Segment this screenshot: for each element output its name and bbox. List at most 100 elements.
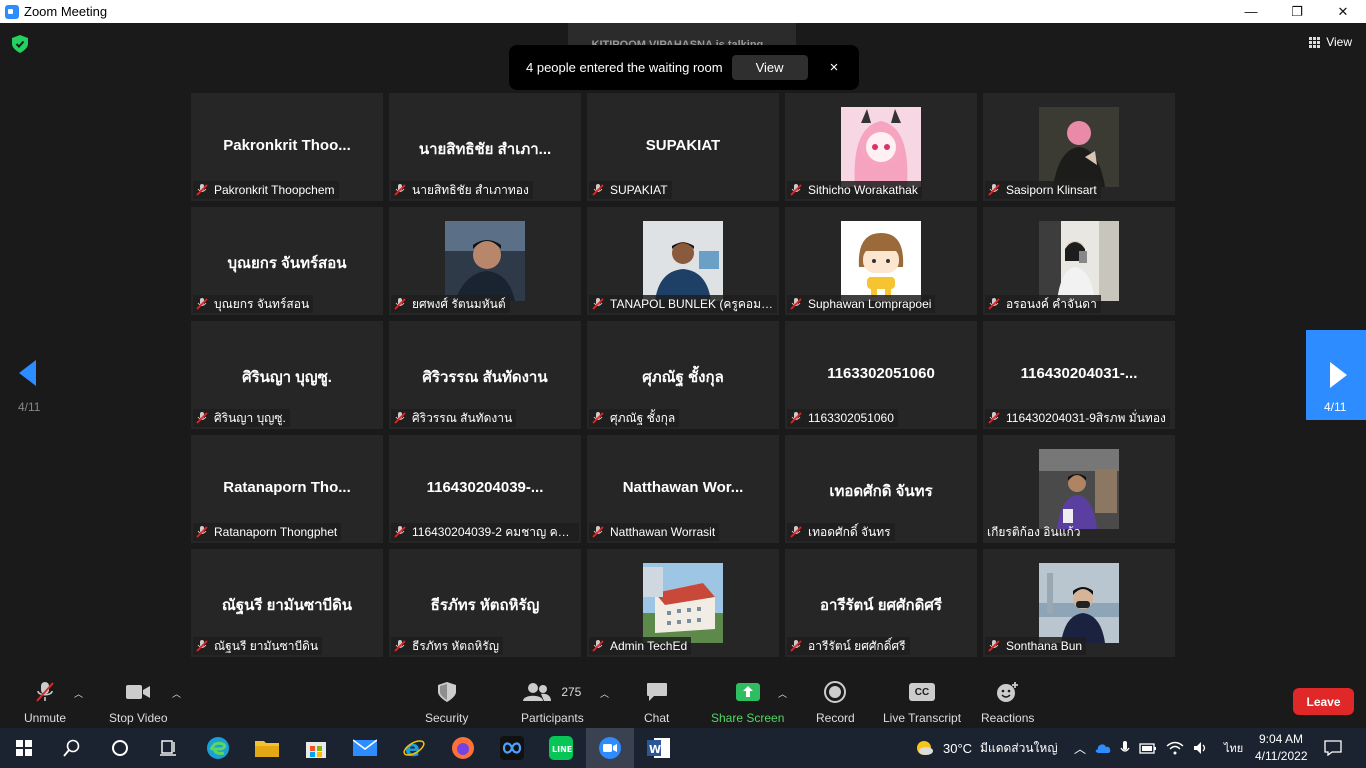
participant-tile[interactable]: 116430204039-... 116430204039-2 คมชาญ คช.… [389,435,581,543]
participant-tile[interactable]: Pakronkrit Thoo... Pakronkrit Thoopchem [191,93,383,201]
taskbar-ie[interactable]: e [390,728,438,768]
close-button[interactable]: ✕ [1320,0,1366,23]
participant-tile[interactable]: ศุภณัฐ ชั้งกุล ศุภณัฐ ชั้งกุล [587,321,779,429]
muted-mic-icon [393,639,412,653]
app-infinity-icon [500,736,524,760]
cortana-button[interactable] [96,728,144,768]
video-options-caret-icon[interactable]: ︿ [172,687,181,700]
maximize-button[interactable]: ❐ [1274,0,1320,23]
notification-close-icon[interactable]: × [830,59,839,76]
taskbar-word[interactable]: W [635,728,683,768]
participant-tile[interactable]: บุณยกร จันทร์สอน บุณยกร จันทร์สอน [191,207,383,315]
taskbar-app-dark[interactable] [488,728,536,768]
participant-name: ยศพงศ์ รัตนมหันต์ [412,296,506,311]
minimize-button[interactable]: — [1228,0,1274,23]
participant-tile[interactable]: ธีรภัทร หัตถหิรัญ ธีรภัทร หัตถหิรัญ [389,549,581,657]
start-button[interactable] [0,728,48,768]
participant-name-label: Suphawan Lomprapoei [787,295,936,313]
participants-options-caret-icon[interactable]: ︿ [600,687,609,700]
participant-tile[interactable]: Natthawan Wor... Natthawan Worrasit [587,435,779,543]
next-page-button[interactable]: 4/11 [1306,330,1366,420]
audio-options-caret-icon[interactable]: ︿ [74,687,83,700]
participant-name-label: นายสิทธิชัย สำเภาทอง [391,181,533,199]
participant-name: อรอนงค์ คำจันดา [1006,296,1097,311]
participants-button[interactable]: 275 Participants [521,681,584,725]
weather-widget[interactable]: 30°C มีแดดส่วนใหญ่ [913,728,1058,768]
arrow-left-icon [19,360,36,386]
input-language[interactable]: ไทย [1224,739,1243,757]
previous-page-button[interactable]: 4/11 [0,330,58,420]
task-view-button[interactable] [144,728,192,768]
participant-display-name: ณัฐนรี ยามันซาบีดิน [221,597,353,614]
onedrive-cloud-icon[interactable] [1095,742,1111,754]
taskbar-line[interactable]: LINE [537,728,585,768]
share-screen-label: Share Screen [711,711,785,725]
taskbar-edge-app[interactable] [194,728,242,768]
muted-mic-icon [195,639,214,653]
participant-tile[interactable]: เทอดศักดิ จันทร เทอดศักดิ์ จันทร [785,435,977,543]
chat-button[interactable]: Chat [644,681,669,725]
taskbar-zoom[interactable] [586,728,634,768]
record-button[interactable]: Record [816,681,855,725]
search-icon [63,739,80,757]
view-button[interactable]: View [1309,35,1352,49]
participant-name: ศิริวรรณ สันทัดงาน [412,410,513,425]
show-hidden-icons-chevron-icon[interactable]: ︿ [1074,740,1086,757]
notification-view-button[interactable]: View [731,55,808,80]
participant-tile[interactable]: นายสิทธิชัย สำเภา... นายสิทธิชัย สำเภาทอง [389,93,581,201]
taskbar-store[interactable] [292,728,340,768]
participant-tile[interactable]: ศิรินญา บุญซู. ศิรินญา บุญซู. [191,321,383,429]
task-view-icon [160,740,176,756]
system-tray: ︿ ไทย [1074,728,1243,768]
participant-tile[interactable]: อรอนงค์ คำจันดา [983,207,1175,315]
participant-tile[interactable]: Admin TechEd [587,549,779,657]
participant-tile[interactable]: ศิริวรรณ สันทัดงาน ศิริวรรณ สันทัดงาน [389,321,581,429]
participant-tile[interactable]: Sonthana Bun [983,549,1175,657]
participant-tile[interactable]: Sithicho Worakathak [785,93,977,201]
participant-tile[interactable]: TANAPOL BUNLEK (ครูคอม62) [587,207,779,315]
live-transcript-button[interactable]: CC Live Transcript [883,681,961,725]
taskbar-firefox[interactable] [439,728,487,768]
participant-name: เทอดศักดิ์ จันทร [808,524,891,539]
taskbar-file-explorer[interactable] [243,728,291,768]
participant-name: ณัฐนรี ยามันซาบีดิน [214,638,319,653]
search-button[interactable] [48,728,96,768]
participant-tile[interactable]: อารีรัตน์ ยศศักดิศรี อารีรัตน์ ยศศักดิ์ศร… [785,549,977,657]
view-label: View [1326,35,1352,49]
participant-tile[interactable]: Ratanaporn Tho... Ratanaporn Thongphet [191,435,383,543]
wifi-icon[interactable] [1166,741,1184,755]
participant-tile[interactable]: 1163302051060 1163302051060 [785,321,977,429]
share-options-caret-icon[interactable]: ︿ [778,687,787,700]
share-screen-button[interactable]: Share Screen [711,681,784,725]
participant-tile[interactable]: ยศพงศ์ รัตนมหันต์ [389,207,581,315]
participant-name-label: ศิริวรรณ สันทัดงาน [391,409,517,427]
microphone-tray-icon[interactable] [1120,740,1130,756]
participant-name: ธีรภัทร หัตถหิรัญ [412,638,499,653]
reactions-button[interactable]: Reactions [981,681,1034,725]
muted-mic-icon [195,411,214,425]
stop-video-button[interactable]: Stop Video [109,681,168,725]
participant-video-avatar [841,221,921,301]
muted-mic-icon [789,183,808,197]
volume-icon[interactable] [1193,741,1209,755]
muted-mic-icon [789,411,808,425]
participant-tile[interactable]: Sasiporn Klinsart [983,93,1175,201]
participant-tile[interactable]: ณัฐนรี ยามันซาบีดิน ณัฐนรี ยามันซาบีดิน [191,549,383,657]
participant-name-label: Admin TechEd [589,637,692,655]
participant-name-label: Ratanaporn Thongphet [193,523,342,541]
participant-tile[interactable]: เกียรติก้อง อินแก้ว [983,435,1175,543]
participant-tile[interactable]: Suphawan Lomprapoei [785,207,977,315]
participant-tile[interactable]: 116430204031-... 116430204031-9สิรภพ มั่น… [983,321,1175,429]
leave-button[interactable]: Leave [1293,688,1354,715]
taskbar-mail[interactable] [341,728,389,768]
participant-tile[interactable]: SUPAKIAT SUPAKIAT [587,93,779,201]
security-button[interactable]: Security [425,681,468,725]
taskbar-clock[interactable]: 9:04 AM 4/11/2022 [1255,731,1308,765]
participant-display-name: 1163302051060 [827,365,935,382]
battery-icon[interactable] [1139,741,1157,755]
action-center-button[interactable] [1310,728,1356,768]
unmute-button[interactable]: Unmute [24,681,66,725]
encryption-shield-icon[interactable] [12,35,28,53]
participant-name: SUPAKIAT [610,183,668,197]
cc-text: CC [909,683,936,701]
